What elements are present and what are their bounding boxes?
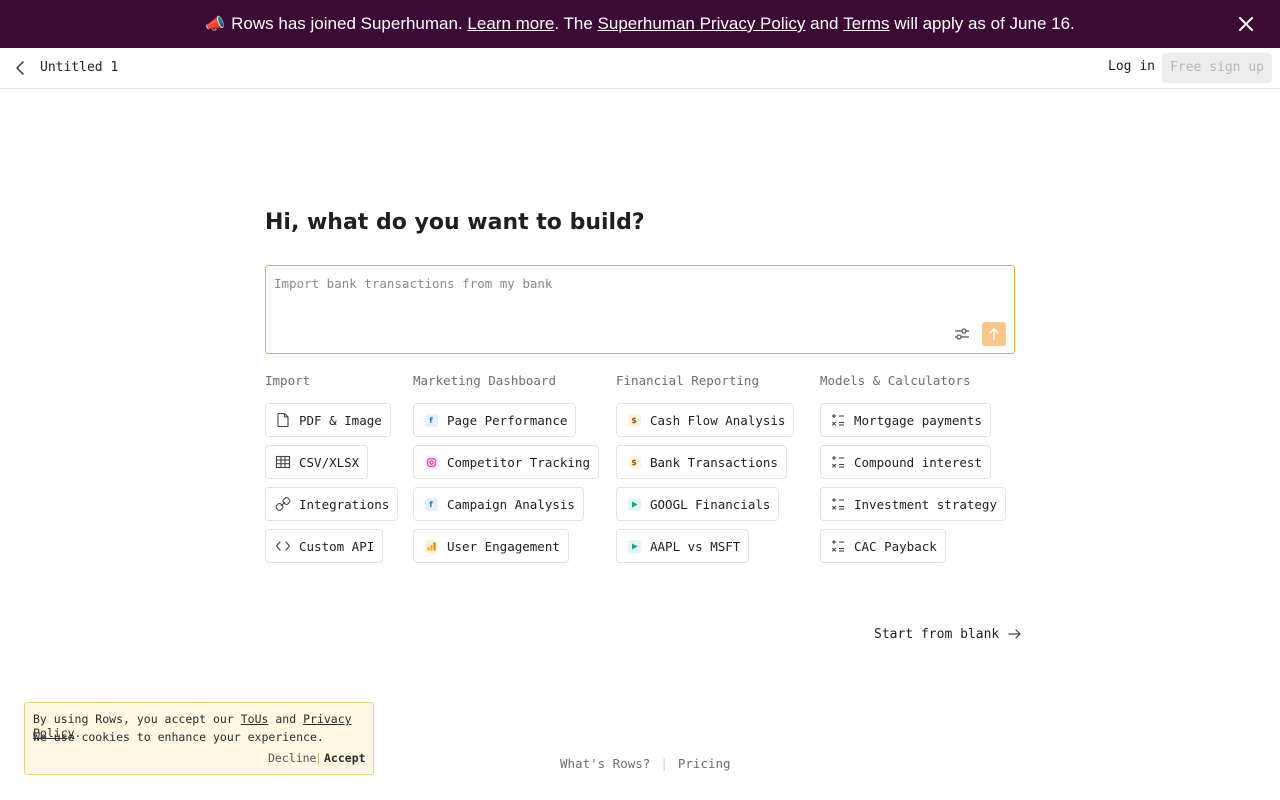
- category-models-calculators: Models & Calculators Mortgage payments C…: [820, 372, 1006, 563]
- template-custom-api[interactable]: Custom API: [265, 529, 384, 563]
- whats-rows-link[interactable]: What's Rows?: [560, 756, 650, 771]
- back-arrow-icon[interactable]: [12, 59, 30, 77]
- calculator-icon: [829, 495, 847, 513]
- megaphone-icon: 📣: [205, 16, 226, 33]
- arrow-up-icon: [989, 328, 999, 340]
- template-compound-interest[interactable]: Compound interest: [820, 445, 991, 479]
- template-googl-financials[interactable]: GOOGL Financials: [616, 487, 780, 521]
- file-icon: [274, 411, 292, 429]
- learn-more-link[interactable]: Learn more: [467, 14, 554, 34]
- privacy-policy-link[interactable]: Superhuman Privacy Policy: [598, 14, 806, 34]
- pricing-link[interactable]: Pricing: [678, 756, 731, 771]
- template-investment-strategy[interactable]: Investment strategy: [820, 487, 1006, 521]
- banner-text-1: Rows has joined Superhuman.: [231, 14, 463, 33]
- accept-button[interactable]: Accept: [324, 751, 366, 765]
- footer-links: What's Rows? | Pricing: [560, 756, 731, 771]
- chip-label: CSV/XLSX: [299, 454, 360, 470]
- cookie-separator: |: [315, 751, 322, 765]
- play-icon: [625, 537, 643, 555]
- template-user-engagement[interactable]: User Engagement: [413, 529, 569, 563]
- calculator-icon: [829, 537, 847, 555]
- cookie-text-1: By using Rows, you accept our: [33, 712, 234, 726]
- template-campaign-analysis[interactable]: f Campaign Analysis: [413, 487, 584, 521]
- calculator-icon: [829, 453, 847, 471]
- template-mortgage-payments[interactable]: Mortgage payments: [820, 403, 991, 437]
- cookie-text-2: We use cookies to enhance your experienc…: [33, 730, 324, 744]
- category-title: Import: [265, 373, 311, 388]
- facebook-icon: f: [422, 411, 440, 429]
- template-competitor-tracking[interactable]: Competitor Tracking: [413, 445, 599, 479]
- chip-label: Cash Flow Analysis: [650, 412, 786, 428]
- cookie-notice: By using Rows, you accept our ToUs and P…: [24, 702, 374, 775]
- calculator-icon: [829, 411, 847, 429]
- cookie-text-and: and: [275, 712, 297, 726]
- sliders-icon[interactable]: [952, 324, 972, 344]
- template-cash-flow-analysis[interactable]: $ Cash Flow Analysis: [616, 403, 795, 437]
- category-marketing-dashboard: Marketing Dashboard f Page Performance C…: [413, 372, 599, 563]
- instagram-icon: [422, 453, 440, 471]
- template-csv-xlsx[interactable]: CSV/XLSX: [265, 445, 369, 479]
- page-headline: Hi, what do you want to build?: [265, 210, 645, 235]
- chip-label: Campaign Analysis: [447, 496, 575, 512]
- arrow-right-icon: [1008, 629, 1021, 639]
- category-title: Models & Calculators: [820, 373, 971, 388]
- top-header: Untitled 1 Log in Free sign up: [0, 48, 1280, 89]
- tous-link[interactable]: ToUs: [241, 712, 269, 726]
- prompt-box: [265, 265, 1015, 354]
- chip-label: Page Performance: [447, 412, 568, 428]
- chip-label: User Engagement: [447, 538, 560, 554]
- document-title[interactable]: Untitled 1: [40, 60, 118, 75]
- prompt-input[interactable]: [274, 276, 934, 291]
- play-icon: [625, 495, 643, 513]
- template-integrations[interactable]: Integrations: [265, 487, 399, 521]
- terms-link[interactable]: Terms: [843, 14, 889, 34]
- chip-label: Competitor Tracking: [447, 454, 590, 470]
- code-icon: [274, 537, 292, 555]
- template-bank-transactions[interactable]: $ Bank Transactions: [616, 445, 787, 479]
- category-title: Marketing Dashboard: [413, 373, 556, 388]
- chip-label: AAPL vs MSFT: [650, 538, 741, 554]
- chip-label: Investment strategy: [854, 496, 997, 512]
- template-pdf-image[interactable]: PDF & Image: [265, 403, 391, 437]
- chip-label: CAC Payback: [854, 538, 937, 554]
- facebook-icon: f: [422, 495, 440, 513]
- template-aapl-vs-msft[interactable]: AAPL vs MSFT: [616, 529, 750, 563]
- decline-button[interactable]: Decline: [268, 751, 316, 765]
- start-from-blank-label: Start from blank: [874, 626, 1000, 642]
- login-button[interactable]: Log in: [1108, 59, 1155, 74]
- dollar-icon: $: [625, 411, 643, 429]
- chip-label: GOOGL Financials: [650, 496, 771, 512]
- link-icon: [274, 495, 292, 513]
- chip-label: Custom API: [299, 538, 375, 554]
- chip-label: Bank Transactions: [650, 454, 778, 470]
- chip-label: PDF & Image: [299, 412, 382, 428]
- table-icon: [274, 453, 292, 471]
- banner-text-3: and: [810, 14, 839, 33]
- chip-label: Compound interest: [854, 454, 982, 470]
- template-cac-payback[interactable]: CAC Payback: [820, 529, 946, 563]
- category-title: Financial Reporting: [616, 373, 759, 388]
- dollar-icon: $: [625, 453, 643, 471]
- chip-label: Integrations: [299, 496, 390, 512]
- announcement-banner: 📣 Rows has joined Superhuman. Learn more…: [0, 0, 1280, 48]
- analytics-icon: [422, 537, 440, 555]
- template-page-performance[interactable]: f Page Performance: [413, 403, 577, 437]
- banner-text-2: . The: [554, 14, 593, 33]
- close-icon[interactable]: [1236, 14, 1256, 34]
- category-financial-reporting: Financial Reporting $ Cash Flow Analysis…: [616, 372, 795, 563]
- free-signup-button[interactable]: Free sign up: [1162, 53, 1272, 83]
- footer-separator: |: [660, 756, 668, 771]
- banner-text-4: will apply as of June 16.: [894, 14, 1075, 33]
- category-import: Import PDF & Image CSV/XLSX Integrations…: [265, 372, 399, 563]
- start-from-blank-button[interactable]: Start from blank: [874, 625, 1025, 643]
- chip-label: Mortgage payments: [854, 412, 982, 428]
- send-button[interactable]: [982, 322, 1006, 346]
